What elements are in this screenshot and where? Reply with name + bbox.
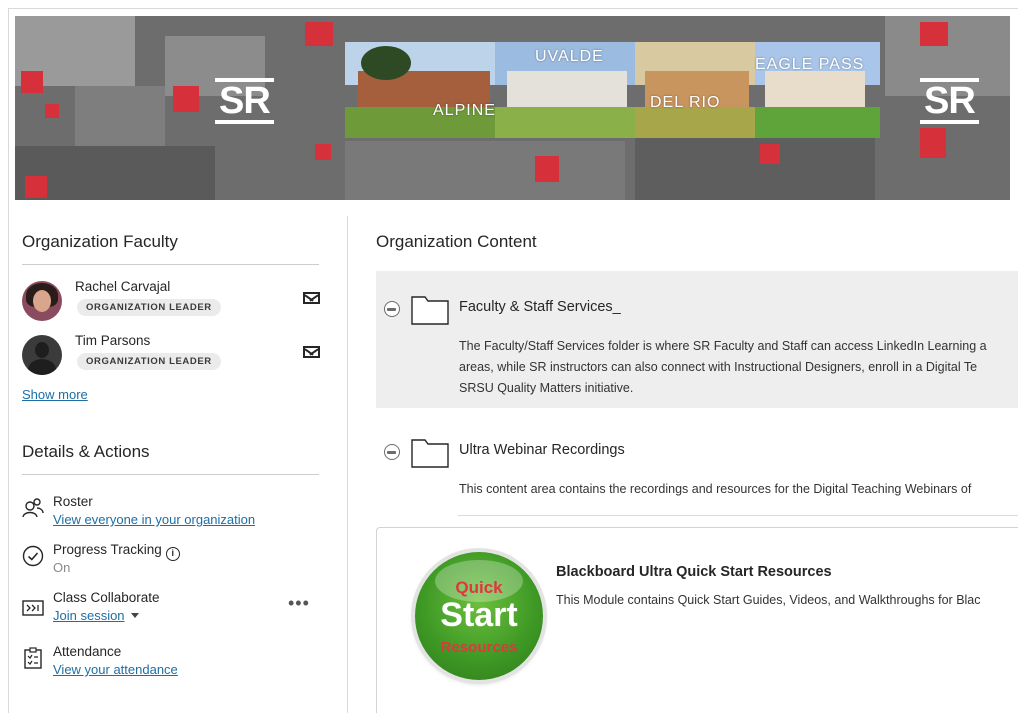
banner-tile [920,22,948,46]
description-line: The Faculty/Staff Services folder is whe… [459,339,987,353]
campus-label-alpine: ALPINE [433,102,496,119]
banner-tile [345,141,625,200]
faculty-name[interactable]: Rachel Carvajal [75,279,170,294]
organization-content-header: Organization Content [376,232,1018,252]
roster-title: Roster [53,494,93,509]
module-title[interactable]: Blackboard Ultra Quick Start Resources [556,564,832,580]
avatar[interactable] [22,281,62,321]
progress-check-icon [22,545,44,567]
more-options-icon[interactable]: ••• [288,593,310,614]
campus-photo-alpine [345,42,510,138]
organization-banner: SR SR ALPINE UVALDE DEL RIO EAGLE PASS [15,16,1010,200]
view-everyone-link[interactable]: View everyone in your organization [53,512,255,527]
role-badge: ORGANIZATION LEADER [77,299,221,316]
progress-tracking-action: Progress Tracking i On [22,537,319,585]
attendance-action: Attendance View your attendance [22,639,319,687]
organization-content-title: Organization Content [376,232,537,251]
description-line: areas, while SR instructors can also con… [459,360,978,374]
faculty-member: Rachel Carvajal ORGANIZATION LEADER [22,275,320,329]
visibility-toggle-icon[interactable] [384,444,400,460]
banner-tile [173,86,199,112]
banner-tile [920,128,946,158]
role-badge: ORGANIZATION LEADER [77,353,221,370]
campus-photo-del-rio [635,42,765,138]
class-collaborate-action: Class Collaborate Join session ••• [22,585,319,639]
folder-icon [411,439,449,468]
content-item-faculty-staff-services[interactable]: Faculty & Staff Services_ The Faculty/St… [376,271,1018,408]
banner-tile [760,144,780,164]
badge-text-bottom: Resources [440,639,518,656]
column-divider [347,216,348,713]
content-item-description: The Faculty/Staff Services folder is whe… [459,336,987,399]
roster-icon [22,498,44,518]
item-separator [458,515,1018,516]
details-actions-title: Details & Actions [22,442,319,475]
visibility-toggle-icon[interactable] [384,301,400,317]
banner-tile [535,156,559,182]
attendance-icon [24,647,42,669]
sr-logo-right: SR [920,78,979,124]
sr-logo-left: SR [215,78,274,124]
collaborate-icon [22,600,44,616]
join-session-control[interactable]: Join session [53,608,139,623]
banner-tile [45,104,59,118]
progress-tracking-title: Progress Tracking i [53,542,180,561]
class-collaborate-title: Class Collaborate [53,590,160,605]
campus-label-eagle-pass: EAGLE PASS [755,56,865,73]
module-description: This Module contains Quick Start Guides,… [556,593,981,607]
banner-tile [25,176,47,198]
progress-tracking-status: On [53,560,71,575]
attendance-title: Attendance [53,644,122,659]
campus-label-uvalde: UVALDE [535,48,604,65]
view-attendance-link[interactable]: View your attendance [53,662,178,677]
banner-tile [21,71,43,93]
left-panel: Organization Faculty Rachel Carvajal ORG… [22,232,320,687]
campus-photo-collage: ALPINE UVALDE DEL RIO EAGLE PASS [345,42,880,138]
content-item-title[interactable]: Ultra Webinar Recordings [459,442,625,458]
chevron-down-icon[interactable] [130,613,139,618]
folder-icon [411,296,449,325]
organization-faculty-title: Organization Faculty [22,232,319,265]
faculty-member: Tim Parsons ORGANIZATION LEADER [22,329,320,383]
banner-tile [315,144,331,160]
badge-text-main: Start [440,596,518,634]
quick-start-badge-image: Quick Start Resources [415,552,543,680]
campus-label-del-rio: DEL RIO [650,94,721,111]
roster-action: Roster View everyone in your organizatio… [22,489,319,537]
module-quick-start-resources[interactable]: Quick Start Resources Blackboard Ultra Q… [376,527,1018,713]
join-session-link[interactable]: Join session [53,608,125,623]
progress-tracking-label: Progress Tracking [53,542,162,557]
faculty-name[interactable]: Tim Parsons [75,333,150,348]
info-icon[interactable]: i [165,547,180,561]
mail-icon[interactable] [303,292,320,304]
banner-tile [635,136,875,200]
badge-text-top: Quick [455,578,503,597]
mail-icon[interactable] [303,346,320,358]
content-item-ultra-webinar-recordings[interactable]: Ultra Webinar Recordings This content ar… [376,420,1018,510]
description-line: SRSU Quality Matters initiative. [459,381,634,395]
banner-tile [75,86,165,146]
content-item-title[interactable]: Faculty & Staff Services_ [459,299,621,315]
content-item-description: This content area contains the recording… [459,479,971,500]
description-line: This content area contains the recording… [459,482,972,496]
show-more-link[interactable]: Show more [22,387,319,402]
avatar[interactable] [22,335,62,375]
banner-tile [305,22,333,46]
